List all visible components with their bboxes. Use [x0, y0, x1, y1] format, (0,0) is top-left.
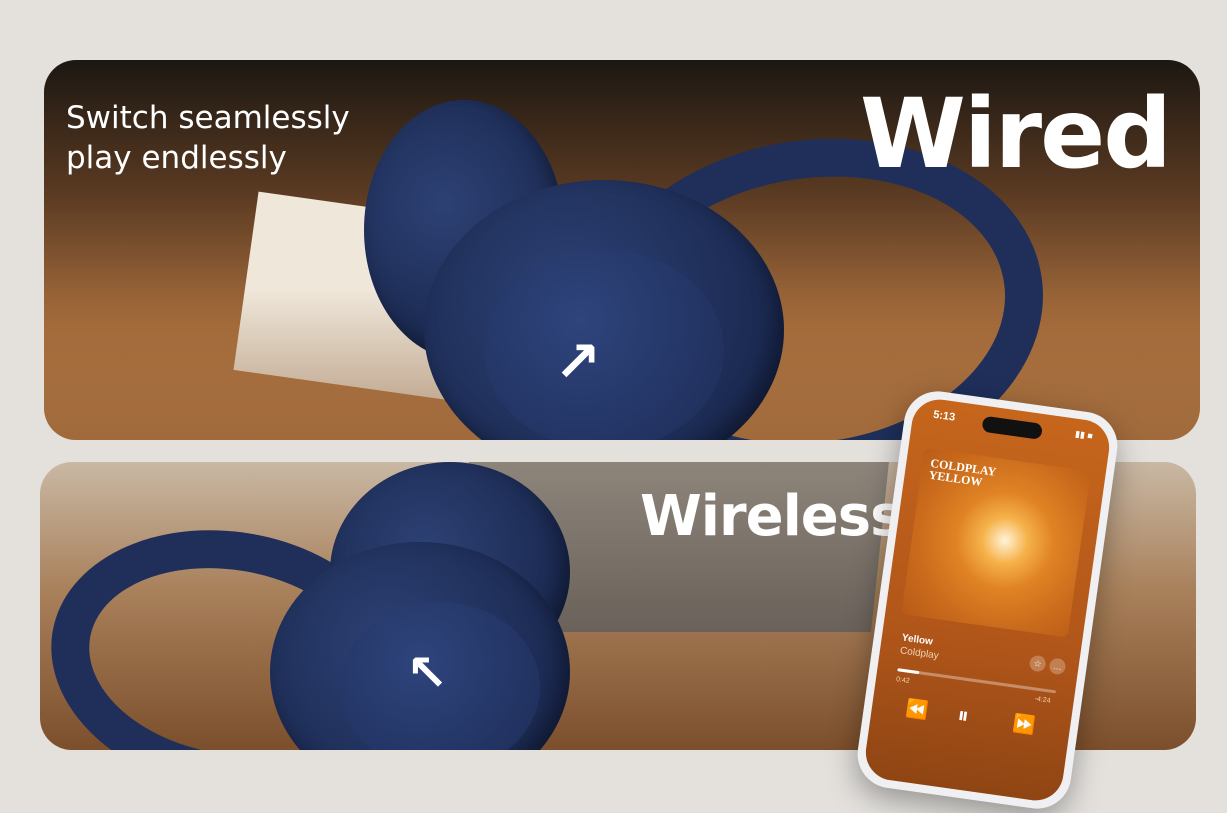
rewind-icon[interactable]: ⏪: [905, 698, 930, 722]
music-player-screen: 5:13 ▮▮ ■ COLDPLAY YELLOW Yellow Coldpla…: [862, 396, 1113, 804]
wireless-heading: Wireless: [640, 484, 903, 549]
tagline: Switch seamlessly play endlessly: [66, 98, 350, 178]
tagline-line-1: Switch seamlessly: [66, 100, 350, 136]
star-icon[interactable]: ☆: [1028, 654, 1047, 673]
playback-progress-bar[interactable]: [897, 668, 1057, 694]
fast-forward-icon[interactable]: ⏩: [1012, 713, 1037, 737]
playback-progress-fill: [897, 668, 920, 675]
track-artist: Coldplay: [899, 645, 940, 662]
time-remaining: -4:24: [1034, 695, 1051, 705]
wired-heading: Wired: [860, 78, 1172, 190]
ear-cup-plate: [484, 250, 724, 440]
arrow-logo-icon: ↖: [406, 644, 448, 702]
time-elapsed: 0:42: [895, 676, 911, 685]
pause-icon[interactable]: ⏸: [956, 702, 970, 729]
ellipsis-icon[interactable]: …: [1048, 657, 1067, 676]
status-clock: 5:13: [932, 408, 956, 424]
arrow-logo-icon: ↗: [554, 330, 601, 395]
signal-battery-icons: ▮▮ ■: [1074, 428, 1094, 442]
tagline-line-2: play endlessly: [66, 140, 287, 176]
dynamic-island: [981, 415, 1044, 440]
